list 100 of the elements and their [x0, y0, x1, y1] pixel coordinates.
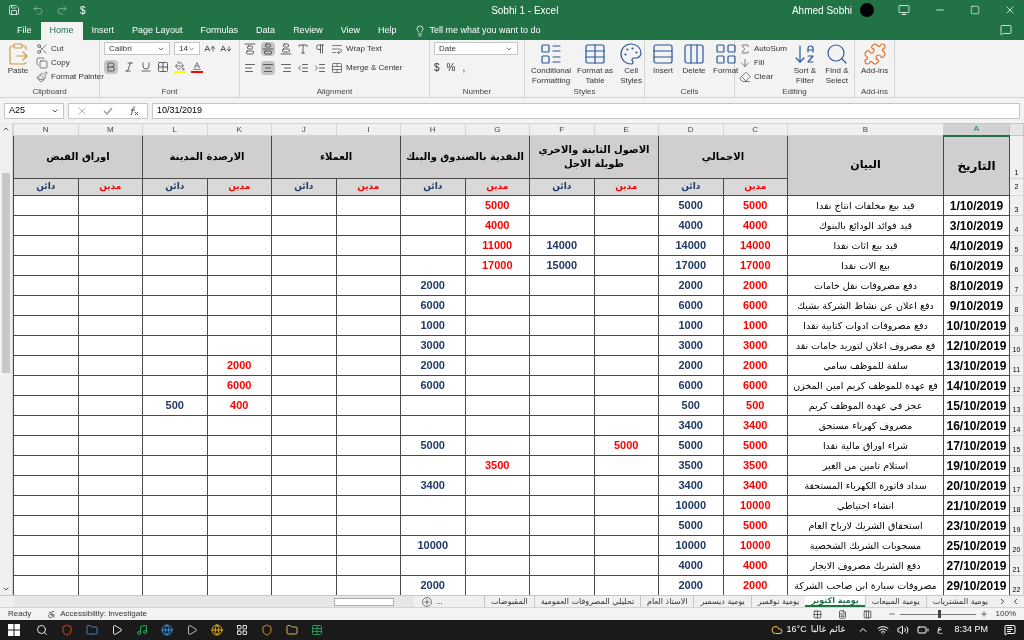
- folder-icon[interactable]: [286, 624, 298, 636]
- borders-icon[interactable]: [157, 61, 169, 73]
- column-header[interactable]: D: [658, 123, 723, 136]
- column-header[interactable]: I: [336, 123, 401, 136]
- cut-button[interactable]: Cut: [36, 42, 104, 56]
- folder-icon[interactable]: [86, 624, 98, 636]
- font-size-field[interactable]: 14: [174, 42, 200, 55]
- font-color-icon[interactable]: [191, 61, 203, 73]
- cells-button[interactable]: Format: [711, 42, 741, 76]
- clock[interactable]: 8:34 PM: [954, 623, 988, 637]
- vertical-scrollbar[interactable]: [0, 123, 13, 595]
- name-box[interactable]: A25: [4, 102, 64, 119]
- column-header[interactable]: M: [78, 123, 143, 136]
- wifi-icon[interactable]: [877, 624, 890, 636]
- number-format-button[interactable]: %: [446, 60, 456, 75]
- sort-filter-button[interactable]: Sort & Filter: [790, 42, 819, 86]
- shield-icon[interactable]: [261, 624, 273, 636]
- menu-tab[interactable]: Home: [40, 22, 83, 40]
- notifications-icon[interactable]: [1004, 624, 1016, 636]
- play-icon[interactable]: [111, 624, 123, 636]
- close-icon[interactable]: [1004, 4, 1016, 16]
- lightbulb-icon[interactable]: [413, 25, 426, 37]
- save-icon[interactable]: [8, 4, 20, 16]
- fill-button[interactable]: Fill: [739, 56, 787, 70]
- menu-tab[interactable]: Formulas: [191, 22, 248, 40]
- zoom-slider[interactable]: [887, 609, 988, 619]
- menu-tab[interactable]: Help: [369, 22, 406, 40]
- avatar-icon[interactable]: [860, 3, 874, 17]
- text-direction-icon[interactable]: [314, 43, 326, 55]
- column-header[interactable]: K: [207, 123, 272, 136]
- display-options-icon[interactable]: [898, 4, 910, 16]
- column-header[interactable]: B: [787, 123, 944, 136]
- column-header[interactable]: E: [594, 123, 659, 136]
- column-header[interactable]: N: [13, 123, 78, 136]
- zoom-thumb[interactable]: [937, 609, 941, 618]
- menu-tab[interactable]: View: [331, 22, 369, 40]
- orientation-icon[interactable]: [297, 43, 309, 55]
- add-sheet-icon[interactable]: [422, 596, 432, 607]
- search-icon[interactable]: [36, 624, 48, 636]
- battery-icon[interactable]: [917, 624, 930, 636]
- scroll-right-icon[interactable]: [998, 597, 1007, 606]
- column-header[interactable]: L: [142, 123, 207, 136]
- globe-icon[interactable]: [161, 624, 173, 636]
- number-format-field[interactable]: Date: [434, 42, 518, 55]
- paste-button[interactable]: Paste: [4, 42, 32, 76]
- styles-button[interactable]: Cell Styles: [617, 42, 646, 86]
- accessibility-status[interactable]: Accessibility: Investigate: [60, 608, 147, 620]
- page-break-icon[interactable]: [862, 609, 872, 619]
- format-painter-button[interactable]: Format Painter: [36, 70, 104, 84]
- temperature[interactable]: 16°C: [786, 623, 807, 637]
- column-header[interactable]: C: [723, 123, 788, 136]
- menu-tab[interactable]: Review: [284, 22, 332, 40]
- weather-text[interactable]: غائم غالبا: [810, 623, 846, 637]
- play-icon[interactable]: [186, 624, 198, 636]
- styles-button[interactable]: Format as Table: [575, 42, 616, 86]
- find-select-button[interactable]: Find & Select: [822, 42, 851, 86]
- cells-button[interactable]: Delete: [680, 42, 708, 76]
- scroll-left-icon[interactable]: [1011, 597, 1020, 606]
- tell-me-field[interactable]: Tell me what you want to do: [429, 24, 541, 38]
- styles-button[interactable]: Conditional Formatting: [529, 42, 574, 86]
- fill-color-icon[interactable]: [174, 61, 186, 73]
- increase-indent-icon[interactable]: [314, 62, 326, 74]
- function-icon[interactable]: [128, 104, 140, 117]
- cells-button[interactable]: Insert: [649, 42, 677, 76]
- italic-icon[interactable]: [123, 61, 135, 73]
- page-layout-icon[interactable]: [837, 609, 847, 619]
- zoom-level[interactable]: 100%: [995, 608, 1016, 620]
- wrap-text-button[interactable]: Wrap Text: [331, 42, 382, 56]
- bold-icon[interactable]: [105, 61, 117, 73]
- spreadsheet-icon[interactable]: [311, 624, 323, 636]
- menu-tab[interactable]: Data: [247, 22, 285, 40]
- decrease-indent-icon[interactable]: [297, 62, 309, 74]
- column-header[interactable]: J: [271, 123, 336, 136]
- number-format-button[interactable]: $: [434, 60, 440, 75]
- add-ins-button[interactable]: Add-ins: [859, 42, 891, 76]
- menu-tab[interactable]: Page Layout: [123, 22, 192, 40]
- number-format-button[interactable]: ,: [462, 60, 466, 75]
- menu-tab[interactable]: Insert: [82, 22, 124, 40]
- column-header[interactable]: H: [400, 123, 465, 136]
- menu-tab[interactable]: File: [8, 22, 41, 40]
- currency-button[interactable]: $: [80, 2, 86, 18]
- align-left-icon[interactable]: [244, 62, 256, 74]
- merge-center-button[interactable]: Merge & Center: [331, 61, 403, 75]
- autosum-button[interactable]: AutoSum: [739, 42, 787, 56]
- zoom-in-icon[interactable]: [979, 610, 988, 618]
- column-header[interactable]: A: [943, 123, 1010, 136]
- app-icon[interactable]: [236, 624, 248, 636]
- font-name-field[interactable]: Calibri: [104, 42, 170, 55]
- accessibility-icon[interactable]: [47, 609, 57, 619]
- align-right-icon[interactable]: [280, 62, 292, 74]
- top-align-icon[interactable]: [244, 43, 256, 55]
- volume-icon[interactable]: [897, 624, 910, 636]
- align-center-icon[interactable]: [262, 62, 274, 74]
- shrink-font-icon[interactable]: [220, 42, 232, 55]
- horizontal-scrollbar[interactable]: [14, 596, 414, 607]
- middle-align-icon[interactable]: [262, 43, 274, 55]
- weather-icon[interactable]: [770, 624, 783, 636]
- column-header[interactable]: G: [465, 123, 530, 136]
- more-sheets-button[interactable]: ...: [436, 596, 443, 607]
- grow-font-icon[interactable]: [204, 42, 216, 55]
